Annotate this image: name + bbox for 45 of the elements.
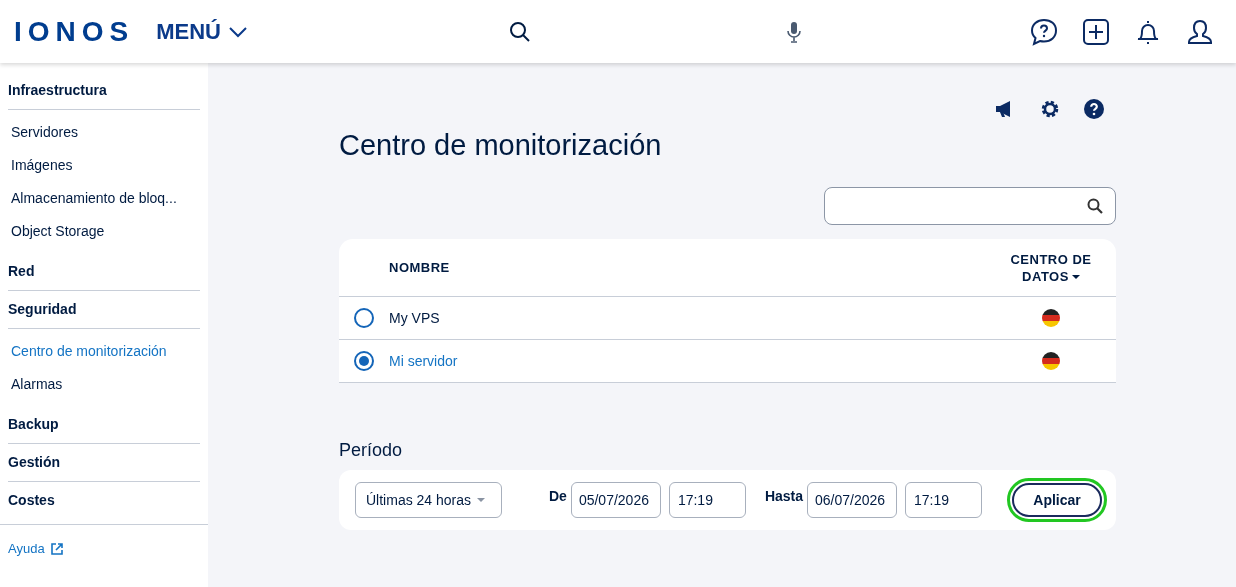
caret-icon xyxy=(477,498,486,502)
table-cell[interactable]: Mi servidor xyxy=(389,350,986,372)
radio-button[interactable] xyxy=(354,351,374,371)
sidebar-item[interactable]: Alarmas xyxy=(0,368,208,401)
sidebar-heading[interactable]: Red xyxy=(8,258,200,291)
sidebar-heading[interactable]: Gestión xyxy=(8,449,200,482)
radio-button[interactable] xyxy=(354,308,374,328)
help-chat-icon[interactable] xyxy=(1030,17,1058,46)
settings-icon[interactable] xyxy=(1040,99,1060,119)
sidebar-item[interactable]: Servidores xyxy=(0,116,208,149)
sidebar-item[interactable]: Object Storage xyxy=(0,215,208,248)
column-header[interactable]: NOMBRE xyxy=(389,257,986,278)
sidebar-heading[interactable]: Infraestructura xyxy=(8,77,200,110)
sidebar-item[interactable]: Centro de monitorización xyxy=(0,335,208,368)
chevron-down-icon xyxy=(229,25,247,38)
sidebar-item[interactable]: Almacenamiento de bloq... xyxy=(0,182,208,215)
help-link[interactable]: Ayuda xyxy=(8,539,200,559)
to-time-field[interactable]: 17:19 xyxy=(905,482,983,518)
germany-flag-icon xyxy=(1042,309,1060,327)
germany-flag-icon xyxy=(1042,352,1060,370)
page-title: Centro de monitorización xyxy=(339,128,663,163)
from-label: De xyxy=(549,487,567,506)
external-link-icon xyxy=(50,542,63,555)
search-field[interactable] xyxy=(824,187,1116,225)
to-date-field[interactable]: 06/07/2026 xyxy=(807,482,898,518)
help-icon[interactable] xyxy=(1084,99,1104,119)
period-label: Período xyxy=(339,439,404,462)
from-time-field[interactable]: 17:19 xyxy=(668,482,746,518)
sidebar-heading[interactable]: Backup xyxy=(8,411,200,444)
add-icon[interactable] xyxy=(1082,17,1110,46)
sidebar-item[interactable]: Imágenes xyxy=(0,149,208,182)
user-icon[interactable] xyxy=(1186,17,1214,46)
logo[interactable]: IONOS xyxy=(14,10,135,53)
to-label: Hasta xyxy=(764,487,804,506)
table-cell[interactable]: My VPS xyxy=(389,307,986,329)
sidebar-heading[interactable]: Costes xyxy=(8,487,200,519)
from-date-field[interactable]: 05/07/2026 xyxy=(570,482,661,518)
period-dropdown[interactable]: Últimas 24 horas xyxy=(355,482,502,518)
sort-caret-icon xyxy=(1071,275,1080,280)
sidebar-heading[interactable]: Seguridad xyxy=(8,296,200,329)
microphone-icon[interactable] xyxy=(787,20,801,43)
menu-button[interactable]: MENÚ xyxy=(156,15,247,48)
search-icon[interactable] xyxy=(509,20,531,43)
column-header[interactable]: CENTRO DE DATOS xyxy=(986,250,1116,285)
search-icon xyxy=(1087,198,1103,214)
